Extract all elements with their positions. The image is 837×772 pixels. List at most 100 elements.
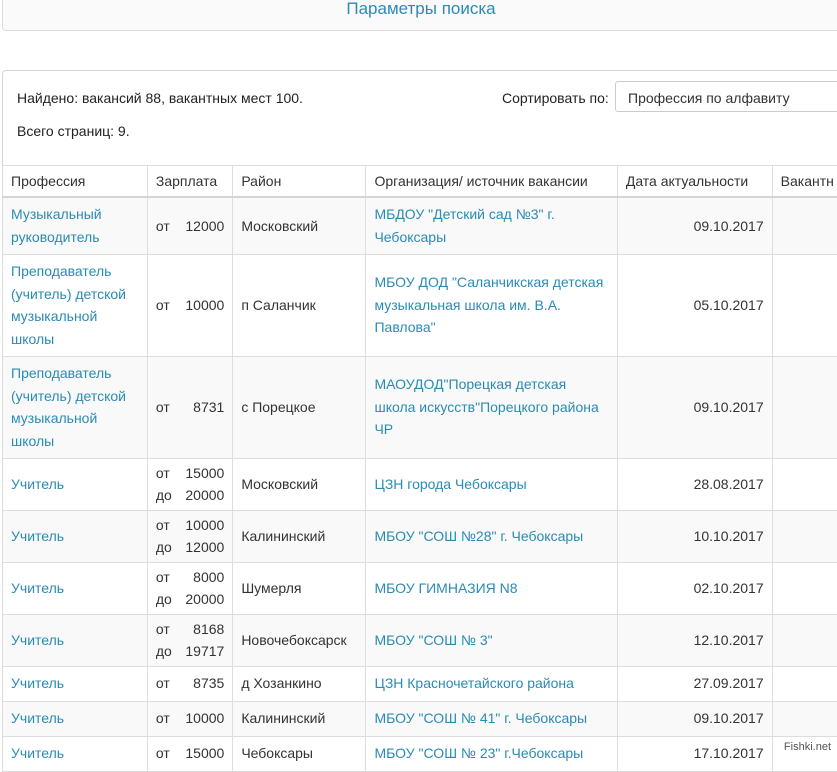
organization-link[interactable]: МАОУДОД"Порецкая детская школа искусств"… bbox=[374, 376, 598, 437]
salary-from-label: от bbox=[156, 462, 170, 485]
cell-vacancies bbox=[772, 458, 837, 510]
salary-from-label: от bbox=[156, 294, 170, 317]
cell-organization: ЦЗН города Чебоксары bbox=[366, 458, 617, 510]
cell-vacancies bbox=[772, 666, 837, 701]
salary-to-label: до bbox=[156, 484, 172, 507]
cell-organization: МБОУ "СОШ № 23" г.Чебоксары bbox=[366, 736, 617, 771]
col-header-district[interactable]: Район bbox=[233, 166, 366, 198]
salary-to-label: до bbox=[156, 536, 172, 559]
salary-from-label: от bbox=[156, 396, 170, 419]
organization-link[interactable]: ЦЗН города Чебоксары bbox=[374, 476, 526, 492]
col-header-vacancies[interactable]: Вакантн bbox=[772, 166, 837, 198]
organization-link[interactable]: МБОУ ДОД "Саланчикская детская музыкальн… bbox=[374, 274, 603, 335]
col-header-date[interactable]: Дата актуальности bbox=[617, 166, 772, 198]
search-params-title[interactable]: Параметры поиска bbox=[346, 0, 495, 19]
salary-range: от8168до19717 bbox=[156, 618, 224, 663]
salary-from: от15000 bbox=[156, 742, 224, 765]
cell-date: 27.09.2017 bbox=[617, 666, 772, 701]
salary-range: от15000до20000 bbox=[156, 462, 224, 507]
salary-from-value: 8731 bbox=[193, 396, 224, 419]
cell-salary: от10000 bbox=[147, 254, 232, 356]
salary-to-value: 12000 bbox=[185, 536, 224, 559]
salary-to-label: до bbox=[156, 588, 172, 611]
cell-profession: Учитель bbox=[3, 562, 148, 614]
search-params-panel[interactable]: Параметры поиска bbox=[2, 0, 837, 31]
salary-range: от12000 bbox=[156, 215, 224, 238]
salary-range: от 8731 bbox=[156, 396, 224, 419]
table-row: Учительот8168до19717НовочебоксарскМБОУ "… bbox=[3, 614, 837, 666]
cell-salary: от 8735 bbox=[147, 666, 232, 701]
cell-profession: Учитель bbox=[3, 510, 148, 562]
results-summary: Найдено: вакансий 88, вакантных мест 100… bbox=[17, 90, 303, 106]
table-row: Учитель от 8735 д Хозанкино ЦЗН Красночетайс… bbox=[3, 666, 837, 701]
cell-profession: Преподаватель (учитель) детской музыкаль… bbox=[3, 356, 148, 458]
cell-district: Калининский bbox=[233, 701, 366, 736]
cell-salary: от 8731 bbox=[147, 356, 232, 458]
organization-link[interactable]: МБОУ "СОШ № 41" г. Чебоксары bbox=[374, 710, 587, 726]
table-row: Музыкальный руководительот12000Московски… bbox=[3, 197, 837, 254]
cell-profession: Учитель bbox=[3, 458, 148, 510]
cell-organization: МБДОУ "Детский сад №3" г. Чебоксары bbox=[366, 197, 617, 254]
profession-link[interactable]: Преподаватель (учитель) детской музыкаль… bbox=[11, 263, 126, 347]
cell-profession: Учитель bbox=[3, 666, 148, 701]
col-header-organization[interactable]: Организация/ источник вакансии bbox=[366, 166, 617, 198]
salary-range: от15000 bbox=[156, 742, 224, 765]
cell-district: д Хозанкино bbox=[233, 666, 366, 701]
profession-link[interactable]: Музыкальный руководитель bbox=[11, 206, 102, 245]
salary-from-value: 10000 bbox=[185, 707, 224, 730]
salary-from-value: 8735 bbox=[193, 672, 224, 695]
cell-date: 10.10.2017 bbox=[617, 510, 772, 562]
col-header-profession[interactable]: Профессия bbox=[3, 166, 148, 198]
table-row: Преподаватель (учитель) детской музыкаль… bbox=[3, 356, 837, 458]
cell-salary: от8000до20000 bbox=[147, 562, 232, 614]
cell-district: п Саланчик bbox=[233, 254, 366, 356]
profession-link[interactable]: Учитель bbox=[11, 632, 64, 648]
cell-date: 09.10.2017 bbox=[617, 701, 772, 736]
salary-from: от10000 bbox=[156, 514, 224, 537]
organization-link[interactable]: МБОУ "СОШ №28" г. Чебоксары bbox=[374, 528, 583, 544]
table-row: Учительот15000до20000МосковскийЦЗН город… bbox=[3, 458, 837, 510]
table-row: Преподаватель (учитель) детской музыкаль… bbox=[3, 254, 837, 356]
salary-from-label: от bbox=[156, 514, 170, 537]
cell-date: 02.10.2017 bbox=[617, 562, 772, 614]
profession-link[interactable]: Учитель bbox=[11, 580, 64, 596]
organization-link[interactable]: МБДОУ "Детский сад №3" г. Чебоксары bbox=[374, 206, 554, 245]
cell-vacancies bbox=[772, 356, 837, 458]
profession-link[interactable]: Учитель bbox=[11, 476, 64, 492]
cell-vacancies bbox=[772, 614, 837, 666]
profession-link[interactable]: Учитель bbox=[11, 710, 64, 726]
organization-link[interactable]: МБОУ "СОШ № 3" bbox=[374, 632, 492, 648]
salary-to-value: 19717 bbox=[185, 640, 224, 663]
cell-vacancies bbox=[772, 701, 837, 736]
cell-salary: от15000до20000 bbox=[147, 458, 232, 510]
results-panel: Найдено: вакансий 88, вакантных мест 100… bbox=[2, 70, 837, 772]
organization-link[interactable]: ЦЗН Красночетайского района bbox=[374, 675, 573, 691]
cell-profession: Преподаватель (учитель) детской музыкаль… bbox=[3, 254, 148, 356]
salary-from-value: 15000 bbox=[185, 742, 224, 765]
organization-link[interactable]: МБОУ ГИМНАЗИЯ N8 bbox=[374, 580, 517, 596]
salary-from-label: от bbox=[156, 672, 170, 695]
cell-salary: от8168до19717 bbox=[147, 614, 232, 666]
salary-from-value: 8000 bbox=[193, 566, 224, 589]
salary-from: от 8000 bbox=[156, 566, 224, 589]
cell-district: Чебоксары bbox=[233, 736, 366, 771]
salary-from: от10000 bbox=[156, 707, 224, 730]
cell-vacancies bbox=[772, 510, 837, 562]
watermark: Fishki.net bbox=[784, 741, 831, 753]
cell-organization: МБОУ "СОШ № 41" г. Чебоксары bbox=[366, 701, 617, 736]
salary-from: от10000 bbox=[156, 294, 224, 317]
cell-organization: МБОУ ДОД "Саланчикская детская музыкальн… bbox=[366, 254, 617, 356]
cell-organization: МАОУДОД"Порецкая детская школа искусств"… bbox=[366, 356, 617, 458]
salary-to: до19717 bbox=[156, 640, 224, 663]
salary-from-label: от bbox=[156, 566, 170, 589]
salary-from-value: 15000 bbox=[185, 462, 224, 485]
cell-salary: от10000до 12000 bbox=[147, 510, 232, 562]
salary-from: от 8735 bbox=[156, 672, 224, 695]
profession-link[interactable]: Преподаватель (учитель) детской музыкаль… bbox=[11, 365, 126, 449]
profession-link[interactable]: Учитель bbox=[11, 675, 64, 691]
cell-district: с Порецкое bbox=[233, 356, 366, 458]
sort-select[interactable]: Профессия по алфавиту bbox=[615, 81, 837, 112]
col-header-salary[interactable]: Зарплата bbox=[147, 166, 232, 198]
salary-range: от10000 bbox=[156, 707, 224, 730]
profession-link[interactable]: Учитель bbox=[11, 528, 64, 544]
